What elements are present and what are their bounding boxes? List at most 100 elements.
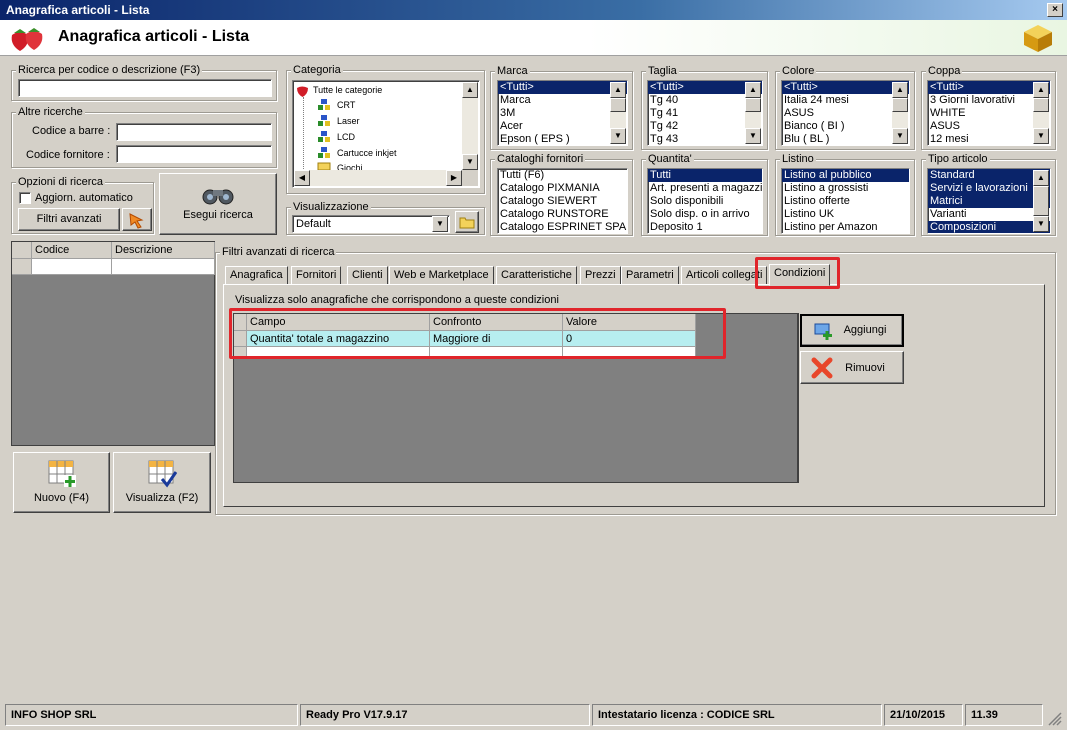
taglia-listbox[interactable]: <Tutti> Tg 40 Tg 41 Tg 42 Tg 43 ▲ ▼	[647, 80, 763, 146]
search-input[interactable]	[18, 79, 272, 97]
auto-update-checkbox[interactable]	[19, 192, 31, 204]
status-date: 21/10/2015	[884, 704, 963, 726]
list-item[interactable]: Listino a grossisti	[782, 182, 909, 195]
strawberry-icon	[297, 86, 308, 97]
list-item[interactable]: Epson ( EPS )	[498, 133, 627, 145]
list-item[interactable]: 3 Giorni lavorativi	[928, 94, 1050, 107]
binoculars-icon	[202, 189, 234, 205]
list-item[interactable]: Catalogo SIEWERT	[498, 195, 627, 208]
page-header: Anagrafica articoli - Lista	[0, 20, 1067, 56]
tree-item-games[interactable]: Giochi	[337, 163, 363, 170]
list-item[interactable]: Marca	[498, 94, 627, 107]
conditions-description: Visualizza solo anagrafiche che corrispo…	[235, 294, 559, 306]
list-item[interactable]: Composizioni	[928, 221, 1050, 233]
list-item[interactable]: ASUS	[782, 107, 909, 120]
view-select[interactable]: Default ▼	[292, 215, 450, 233]
list-item[interactable]: Catalogo PIXMANIA	[498, 182, 627, 195]
list-item[interactable]: Standard	[928, 169, 1050, 182]
tree-item-lcd[interactable]: LCD	[337, 132, 355, 142]
list-item[interactable]: 3M	[498, 107, 627, 120]
tree-item-inkjet[interactable]: Cartucce inkjet	[337, 148, 397, 158]
list-item[interactable]: Listino al pubblico	[782, 169, 909, 182]
tab-prezzi[interactable]: Prezzi	[580, 266, 621, 285]
tree-item-crt[interactable]: CRT	[337, 100, 355, 110]
list-item[interactable]: Listino offerte	[782, 195, 909, 208]
marca-listbox[interactable]: <Tutti> Marca 3M Acer Epson ( EPS ) ▲ ▼	[497, 80, 628, 146]
barcode-input[interactable]	[116, 123, 272, 141]
list-item[interactable]: Art. presenti a magazzino	[648, 182, 762, 195]
category-hscroll[interactable]: ◀ ▶	[294, 170, 478, 186]
colore-vscroll[interactable]: ▲ ▼	[892, 82, 908, 144]
list-item[interactable]: Tutti	[648, 169, 762, 182]
colore-listbox[interactable]: <Tutti> Italia 24 mesi ASUS Bianco ( BI ) Bl…	[781, 80, 910, 146]
list-item[interactable]: Listino per Amazon	[782, 221, 909, 233]
remove-condition-button[interactable]: Rimuovi	[800, 351, 904, 384]
list-item[interactable]: Listino UK	[782, 208, 909, 221]
folder-button[interactable]	[455, 211, 479, 233]
list-item[interactable]: Catalogo ESPRINET SPA	[498, 221, 627, 233]
marca-vscroll[interactable]: ▲ ▼	[610, 82, 626, 144]
list-item[interactable]: ASUS	[928, 120, 1050, 133]
barcode-label: Codice a barre :	[32, 125, 111, 137]
list-item[interactable]: Acer	[498, 120, 627, 133]
page-title: Anagrafica articoli - Lista	[58, 28, 250, 45]
list-item[interactable]: Matrici	[928, 195, 1050, 208]
list-item[interactable]: Bianco ( BI )	[782, 120, 909, 133]
advanced-filters-button[interactable]: Filtri avanzati	[18, 208, 120, 231]
new-button[interactable]: Nuovo (F4)	[13, 452, 110, 513]
list-item[interactable]: Italia 24 mesi	[782, 94, 909, 107]
cataloghi-group: Cataloghi fornitori Tutti (F6) Catalogo P…	[490, 153, 633, 236]
advanced-filters-label: Filtri avanzati di ricerca	[220, 246, 337, 258]
coppa-listbox[interactable]: <Tutti> 3 Giorni lavorativi WHITE ASUS 12 me…	[927, 80, 1051, 146]
run-search-button[interactable]: Esegui ricerca	[159, 173, 277, 235]
coppa-vscroll[interactable]: ▲ ▼	[1033, 82, 1049, 144]
quantita-listbox[interactable]: Tutti Art. presenti a magazzino Solo dispo…	[647, 168, 763, 234]
listino-listbox[interactable]: Listino al pubblico Listino a grossisti Li…	[781, 168, 910, 234]
articles-grid[interactable]: Codice Descrizione	[11, 241, 215, 446]
tab-clienti[interactable]: Clienti	[347, 266, 388, 285]
grid-header-code[interactable]: Codice	[32, 242, 112, 259]
list-item[interactable]: WHITE	[928, 107, 1050, 120]
taglia-label: Taglia	[646, 65, 679, 77]
list-item[interactable]: Varianti	[928, 208, 1050, 221]
options-group: Opzioni di ricerca Aggiorn. automatico F…	[11, 176, 154, 234]
list-item[interactable]: Solo disp. o in arrivo	[648, 208, 762, 221]
taglia-vscroll[interactable]: ▲ ▼	[745, 82, 761, 144]
tab-anagrafica[interactable]: Anagrafica	[225, 266, 288, 285]
list-item[interactable]: Blu ( BL )	[782, 133, 909, 145]
grid-header-description[interactable]: Descrizione	[112, 242, 215, 259]
add-condition-button[interactable]: Aggiungi	[800, 314, 904, 347]
tab-caratteristiche[interactable]: Caratteristiche	[496, 266, 577, 285]
list-item[interactable]: Deposito 1	[648, 221, 762, 233]
close-button[interactable]: ×	[1047, 3, 1063, 17]
tab-parametri[interactable]: Parametri	[621, 266, 679, 285]
tipo-vscroll[interactable]: ▲ ▼	[1033, 170, 1049, 232]
other-search-group: Altre ricerche Codice a barre : Codice f…	[11, 106, 277, 168]
list-item[interactable]: Servizi e lavorazioni	[928, 182, 1050, 195]
resize-grip-icon[interactable]	[1046, 710, 1062, 726]
list-item[interactable]: <Tutti>	[928, 81, 1050, 94]
category-vscroll[interactable]: ▲ ▼	[462, 82, 478, 170]
colore-label: Colore	[780, 65, 817, 77]
list-item[interactable]: <Tutti>	[782, 81, 909, 94]
grid-check-icon	[148, 460, 178, 488]
tipo-listbox[interactable]: Standard Servizi e lavorazioni Matrici Vari…	[927, 168, 1051, 234]
tab-fornitori[interactable]: Fornitori	[291, 266, 342, 285]
list-item[interactable]: 12 mesi	[928, 133, 1050, 145]
table-row[interactable]	[112, 259, 215, 275]
category-tree[interactable]: Tutte le categorie CRT Laser LCD Cartucc…	[292, 80, 480, 188]
tree-item-all[interactable]: Tutte le categorie	[313, 85, 382, 95]
pointer-button[interactable]	[122, 208, 152, 231]
coppa-label: Coppa	[926, 65, 963, 77]
table-row[interactable]	[32, 259, 112, 275]
tree-item-laser[interactable]: Laser	[337, 116, 360, 126]
supplier-code-input[interactable]	[116, 145, 272, 163]
list-item[interactable]: Catalogo RUNSTORE	[498, 208, 627, 221]
list-item[interactable]: Solo disponibili	[648, 195, 762, 208]
view-button[interactable]: Visualizza (F2)	[113, 452, 211, 513]
tab-web-marketplace[interactable]: Web e Marketplace	[389, 266, 494, 285]
coppa-group: Coppa <Tutti> 3 Giorni lavorativi WHITE ASU…	[921, 65, 1056, 150]
list-item[interactable]: <Tutti>	[498, 81, 627, 94]
cataloghi-listbox[interactable]: Tutti (F6) Catalogo PIXMANIA Catalogo SIEW…	[497, 168, 628, 234]
list-item[interactable]: Tutti (F6)	[498, 169, 627, 182]
